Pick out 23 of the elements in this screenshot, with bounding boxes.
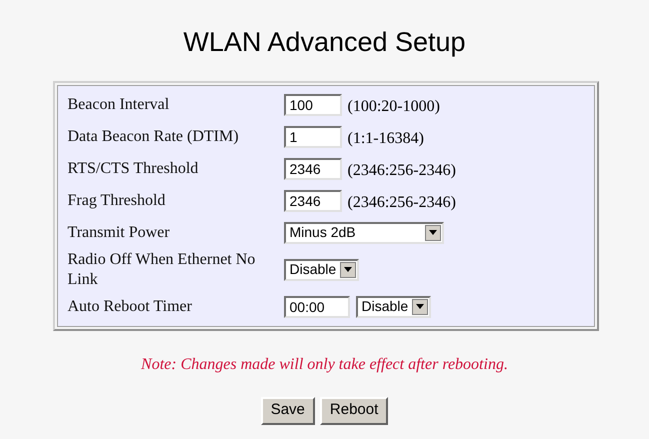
field-label: Beacon Interval bbox=[68, 94, 170, 114]
input-field[interactable]: 100 bbox=[284, 94, 342, 116]
field-label: Auto Reboot Timer bbox=[68, 296, 193, 316]
field-label: Transmit Power bbox=[68, 222, 171, 242]
dropdown[interactable]: Minus 2dB bbox=[284, 222, 444, 244]
input-field[interactable]: 2346 bbox=[284, 190, 342, 212]
field-label: Radio Off When Ethernet No Link bbox=[68, 250, 256, 290]
range-hint: (2346:256-2346) bbox=[348, 192, 456, 212]
range-hint: (2346:256-2346) bbox=[348, 160, 456, 180]
dropdown[interactable]: Disable bbox=[284, 258, 360, 280]
field-label: RTS/CTS Threshold bbox=[68, 158, 200, 178]
action-button[interactable]: Save bbox=[260, 396, 315, 424]
page-title: WLAN Advanced Setup bbox=[183, 26, 466, 59]
input-field[interactable]: 00:00 bbox=[284, 296, 350, 318]
note-text: Note: Changes made will only take effect after rebooting. bbox=[141, 354, 508, 374]
action-button[interactable]: Reboot bbox=[320, 396, 388, 424]
input-field[interactable]: 1 bbox=[284, 126, 342, 148]
field-label: Frag Threshold bbox=[68, 190, 166, 210]
range-hint: (1:1-16384) bbox=[348, 128, 424, 148]
range-hint: (100:20-1000) bbox=[348, 96, 440, 116]
input-field[interactable]: 2346 bbox=[284, 158, 342, 180]
field-label: Data Beacon Rate (DTIM) bbox=[68, 126, 240, 146]
dropdown[interactable]: Disable bbox=[356, 296, 432, 318]
